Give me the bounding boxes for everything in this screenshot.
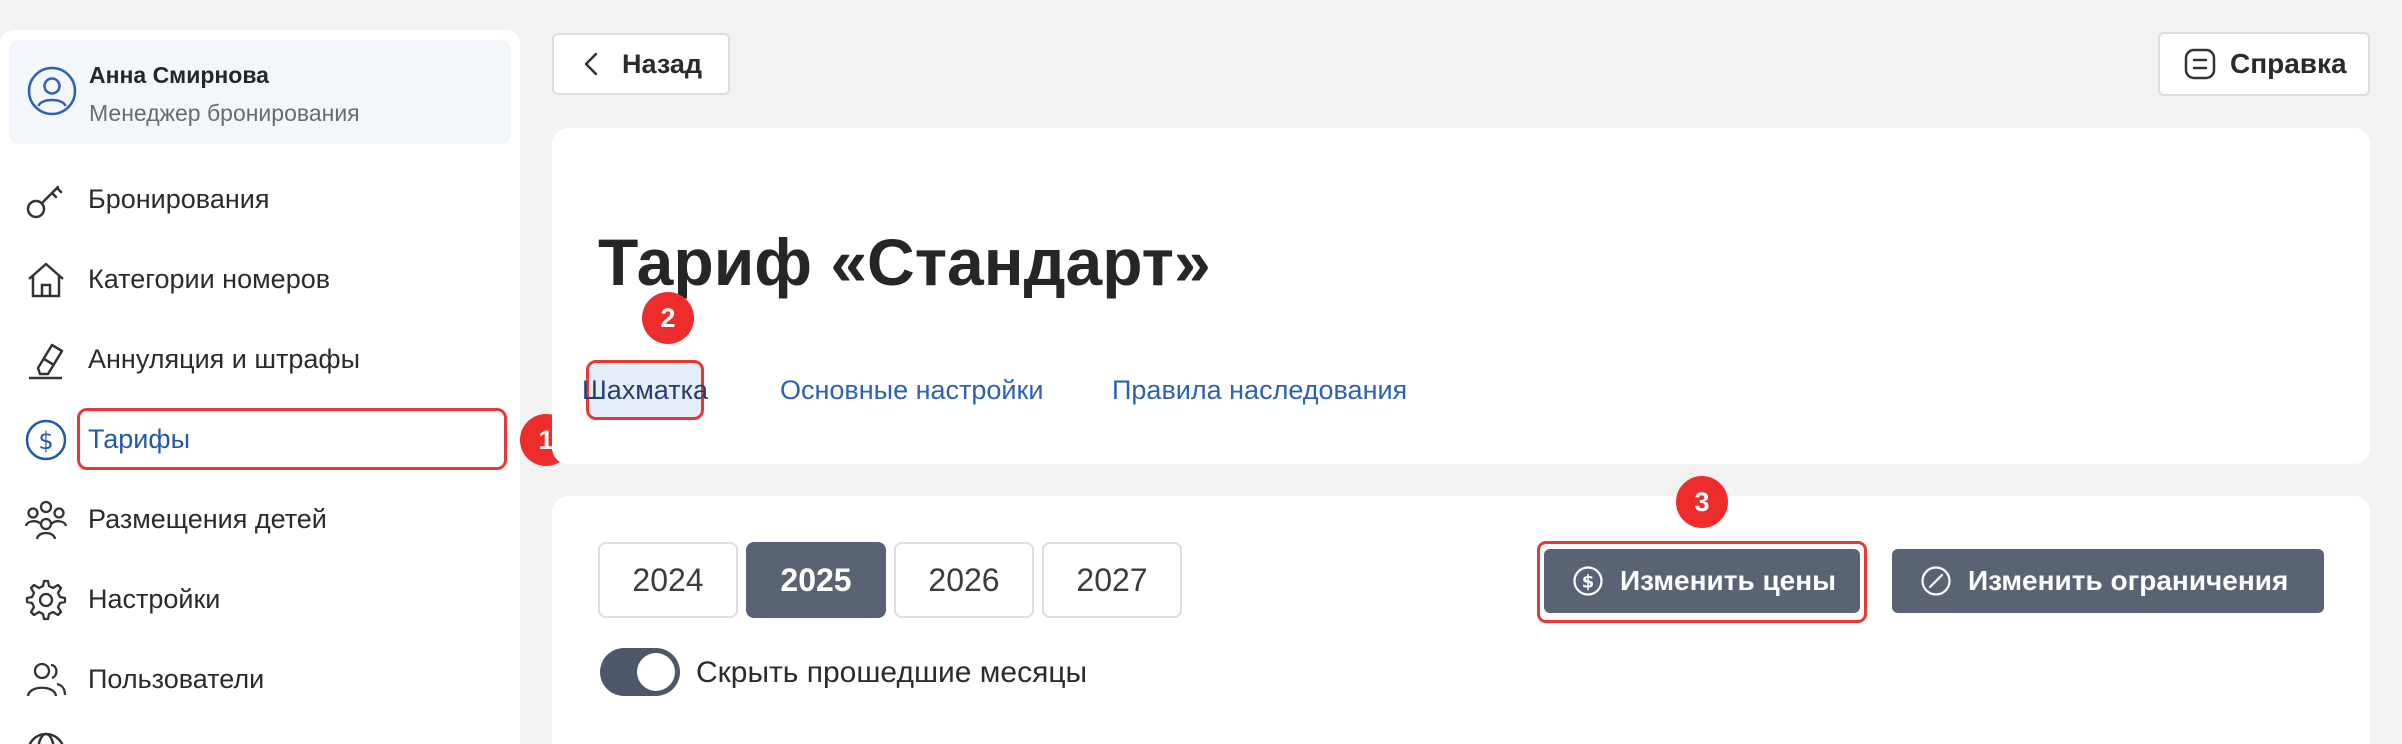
tariffs-highlight-frame <box>77 408 507 470</box>
sidebar: Анна Смирнова Менеджер бронирования Брон… <box>0 30 520 744</box>
gear-icon <box>25 579 67 621</box>
help-button[interactable]: Справка <box>2158 32 2370 96</box>
edit-prices-label: Изменить цены <box>1620 565 1837 596</box>
sidebar-item-settings[interactable]: Настройки <box>0 568 510 628</box>
user-avatar-icon <box>27 66 77 116</box>
svg-text:$: $ <box>1582 572 1595 593</box>
step-badge-2: 2 <box>642 292 694 344</box>
back-button-label: Назад <box>622 48 703 79</box>
edit-restrictions-label: Изменить ограничения <box>1968 565 2289 596</box>
year-button-2026[interactable]: 2026 <box>894 542 1034 618</box>
user-role: Менеджер бронирования <box>89 100 360 126</box>
dollar-circle-icon: $ <box>1573 566 1603 596</box>
user-card[interactable]: Анна Смирнова Менеджер бронирования <box>9 40 511 144</box>
key-icon <box>26 185 63 219</box>
back-button[interactable]: Назад <box>552 33 730 95</box>
year-button-2024[interactable]: 2024 <box>598 542 738 618</box>
globe-icon <box>28 732 64 744</box>
chessboard-card: 2024 2025 2026 2027 Скрыть прошедшие мес… <box>552 496 2370 744</box>
edit-prices-button[interactable]: $ Изменить цены <box>1544 549 1860 613</box>
sidebar-item-label: Аннуляция и штрафы <box>88 344 361 374</box>
sidebar-item-label: Категории номеров <box>88 264 331 294</box>
year-button-2025[interactable]: 2025 <box>746 542 886 618</box>
sidebar-item-label: Пользователи <box>88 664 265 694</box>
help-button-label: Справка <box>2230 48 2347 79</box>
sidebar-item-bookings[interactable]: Бронирования <box>0 168 510 228</box>
tab-inheritance-rules[interactable]: Правила наследования <box>1112 360 1407 420</box>
dollar-circle-icon: $ <box>25 419 67 461</box>
tariff-header-card: Тариф «Стандарт» Шахматка Основные настр… <box>552 128 2370 464</box>
sidebar-item-label: Размещения детей <box>88 504 327 534</box>
people-group-icon <box>24 500 68 540</box>
sidebar-item-label: Настройки <box>88 584 221 614</box>
help-doc-icon <box>2184 48 2216 80</box>
year-button-2027[interactable]: 2027 <box>1042 542 1182 618</box>
sidebar-item-label: Бронирования <box>88 184 270 214</box>
chevron-left-icon <box>584 52 598 76</box>
edit-restrictions-button[interactable]: Изменить ограничения <box>1892 549 2324 613</box>
sidebar-item-tariffs[interactable]: $ Тарифы <box>0 408 510 470</box>
hide-past-months-toggle[interactable] <box>600 648 680 696</box>
page-title: Тариф «Стандарт» <box>598 225 1211 299</box>
hide-past-months-label: Скрыть прошедшие месяцы <box>696 656 1088 689</box>
step-badge-3: 3 <box>1676 476 1728 528</box>
tab-main-settings[interactable]: Основные настройки <box>780 360 1043 420</box>
sidebar-item-room-categories[interactable]: Категории номеров <box>0 248 510 308</box>
sidebar-item-cancellation[interactable]: Аннуляция и штрафы <box>0 328 510 388</box>
user-name: Анна Смирнова <box>89 62 269 88</box>
toggle-knob <box>637 653 675 691</box>
tab-chessboard[interactable]: Шахматка <box>582 360 708 420</box>
sidebar-item-children-placement[interactable]: Размещения детей <box>0 488 510 548</box>
users-icon <box>26 662 67 697</box>
svg-text:$: $ <box>38 427 53 455</box>
eraser-icon <box>29 343 64 380</box>
prohibited-icon <box>1921 566 1951 596</box>
sidebar-item-users[interactable]: Пользователи <box>0 648 510 708</box>
home-icon <box>28 262 64 298</box>
